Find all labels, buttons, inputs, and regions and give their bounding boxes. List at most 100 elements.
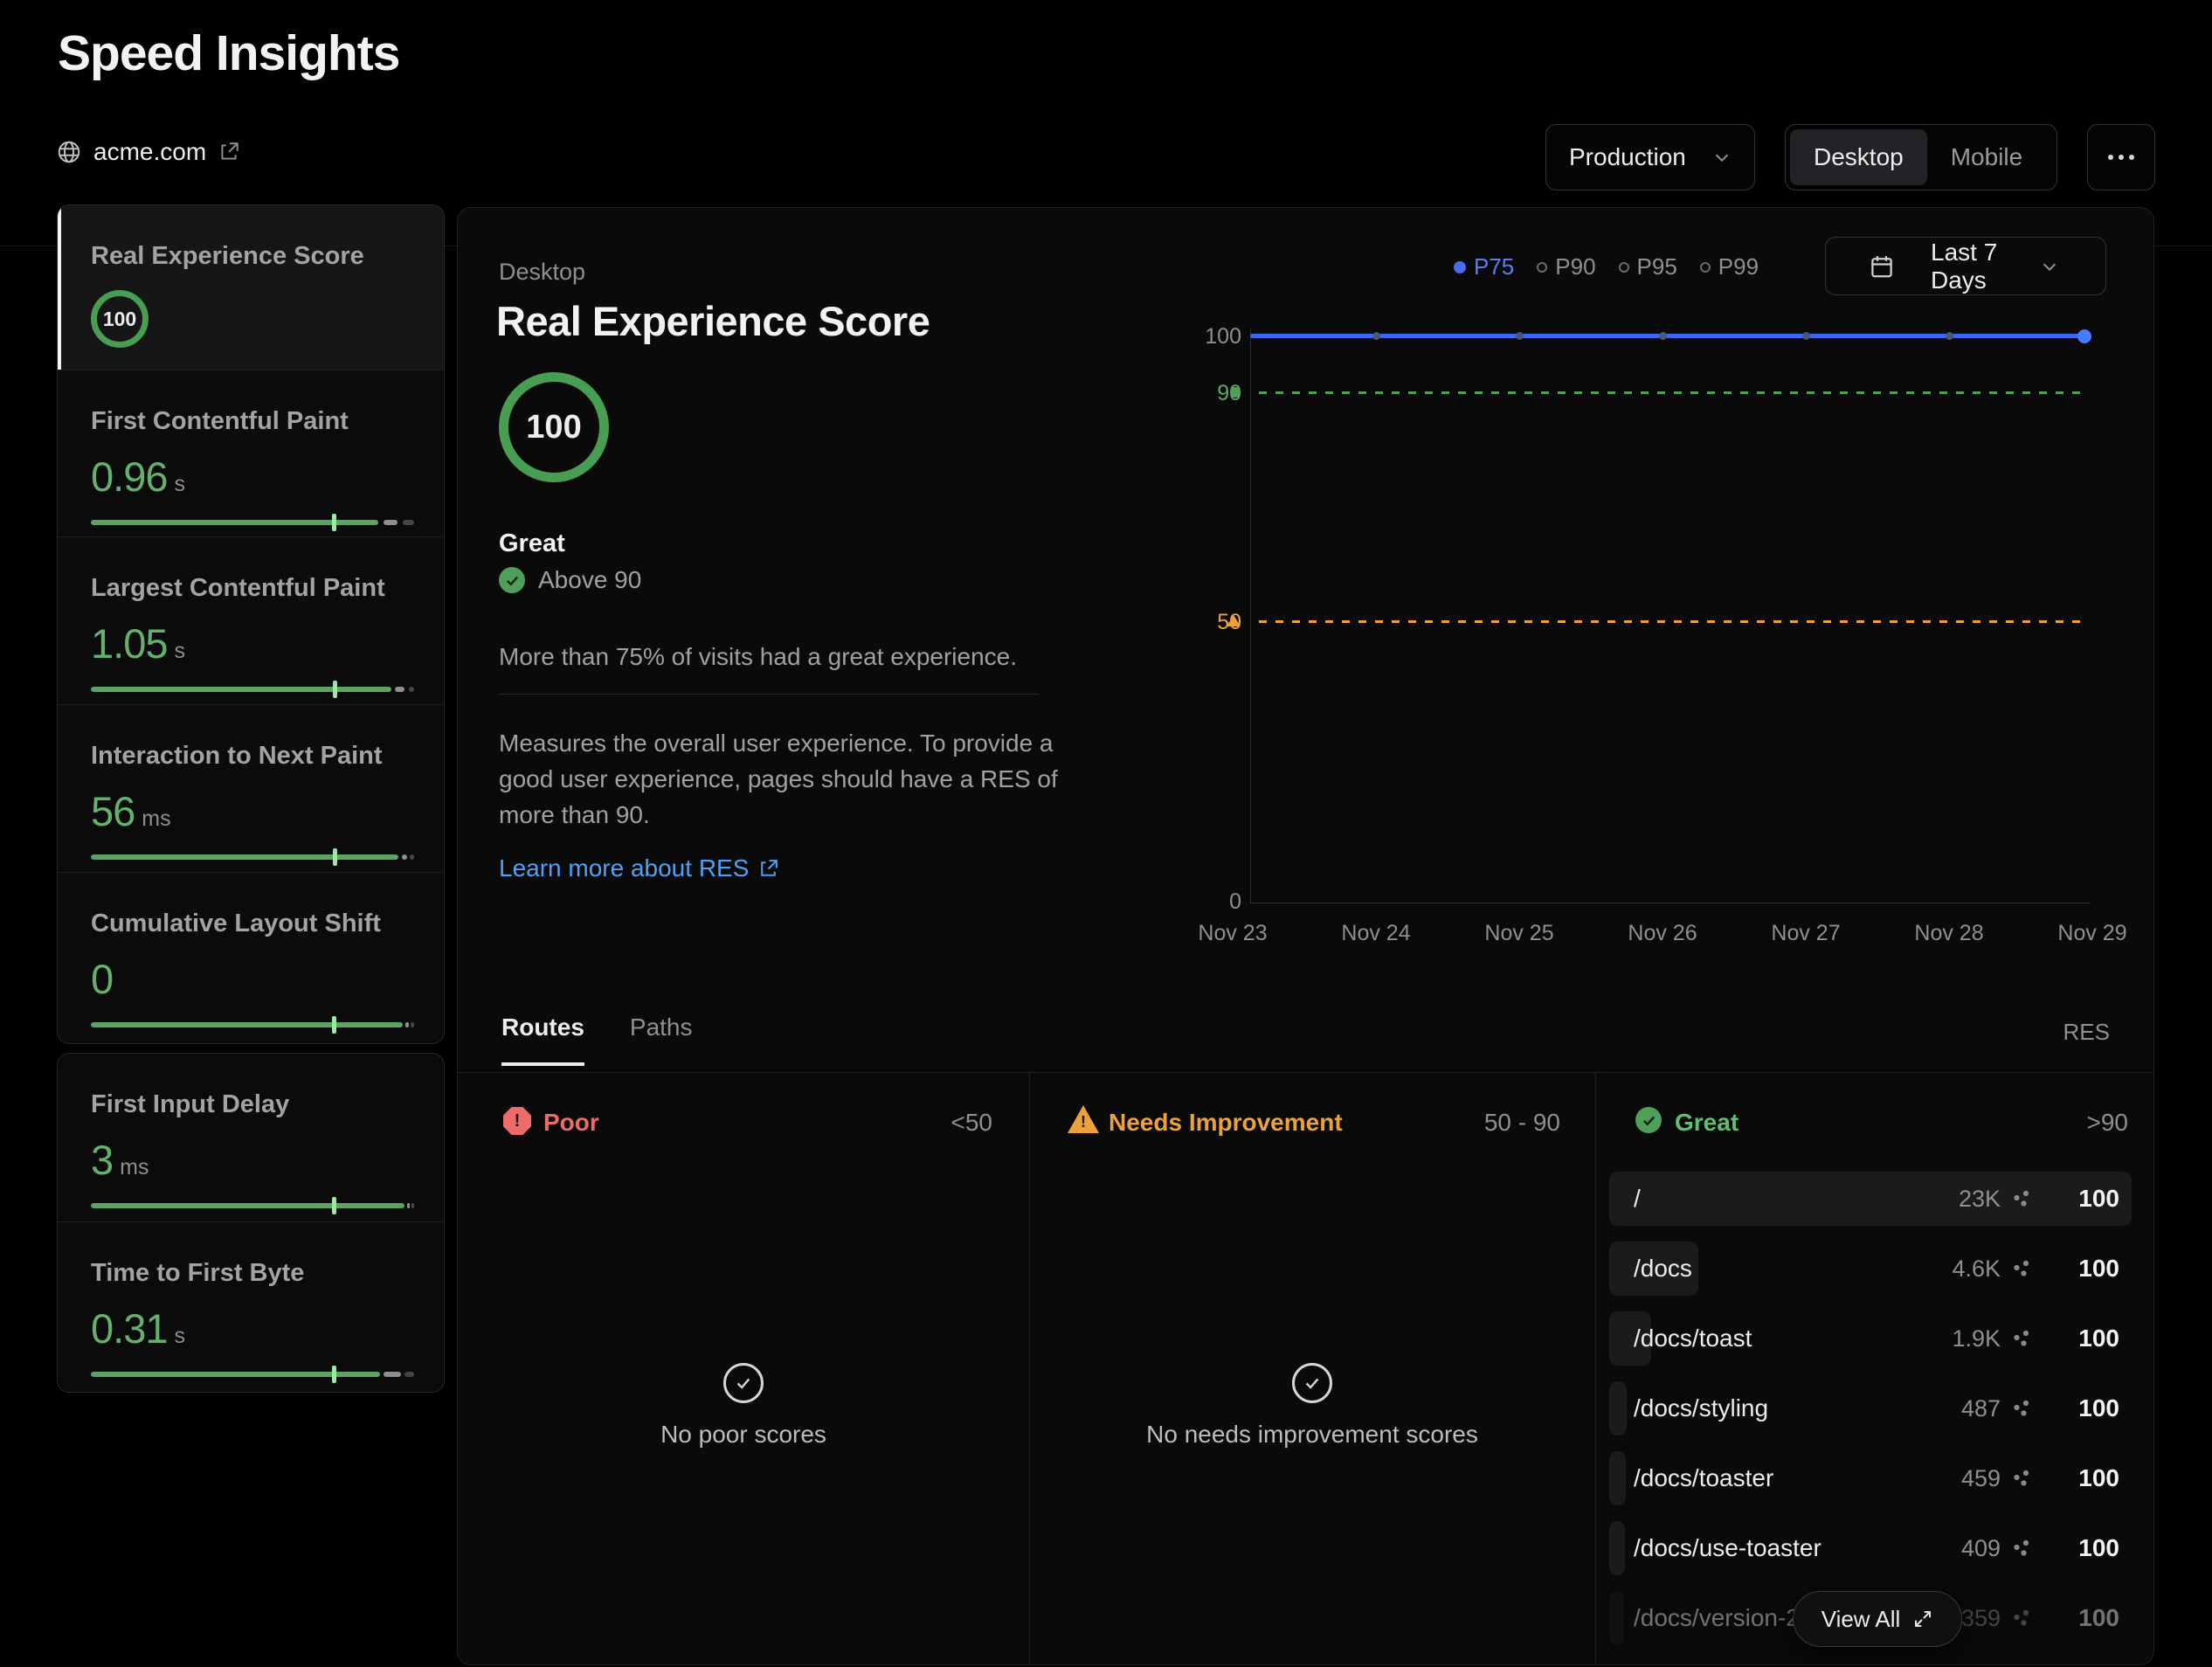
route-count: 359 (1961, 1605, 2001, 1632)
legend-item-p99[interactable]: P99 (1700, 253, 1759, 280)
needs-improvement-range-label: 50 - 90 (1358, 1109, 1560, 1137)
toolbar: Production Desktop Mobile (1545, 124, 2155, 190)
metric-card-real-experience-score[interactable]: Real Experience Score 100 (58, 205, 444, 370)
metric-threshold-bar (91, 1203, 414, 1208)
route-row[interactable]: /docs 4.6K 100 (1609, 1242, 2132, 1296)
score-ring: 100 (91, 290, 149, 348)
metric-unit: s (174, 1324, 185, 1348)
needs-improvement-icon: ! (1068, 1105, 1099, 1133)
route-row[interactable]: /docs/toaster 459 100 (1609, 1451, 2132, 1505)
globe-icon (56, 139, 82, 165)
route-row[interactable]: /docs/styling 487 100 (1609, 1381, 2132, 1435)
metric-card-cumulative-layout-shift[interactable]: Cumulative Layout Shift 0 (58, 872, 444, 1043)
x-tick: Nov 29 (2057, 921, 2126, 946)
metric-card-interaction-to-next-paint[interactable]: Interaction to Next Paint 56ms (58, 704, 444, 872)
great-column-label: Great (1675, 1109, 1738, 1137)
metric-value: 3 (91, 1137, 113, 1183)
check-circle-outline-icon (1292, 1363, 1332, 1403)
data-point (1516, 332, 1524, 340)
res-column-label: RES (2063, 1019, 2110, 1046)
metric-threshold-bar (91, 854, 414, 860)
threshold-text: Above 90 (538, 566, 641, 594)
route-score: 100 (2043, 1185, 2119, 1213)
chevron-down-icon (2015, 257, 2084, 276)
device-toggle: Desktop Mobile (1785, 124, 2057, 190)
great-range-label: >90 (1925, 1109, 2128, 1137)
datapoints-icon (2011, 1258, 2032, 1279)
metric-label: Time to First Byte (91, 1259, 411, 1288)
site-name: acme.com (93, 138, 206, 166)
x-tick: Nov 26 (1628, 921, 1697, 946)
metric-unit: s (174, 639, 185, 663)
metric-value-row: 1.05s (91, 620, 411, 678)
tab-paths[interactable]: Paths (630, 1013, 693, 1066)
summary-text: More than 75% of visits had a great expe… (499, 643, 1017, 671)
device-mobile-button[interactable]: Mobile (1927, 129, 2046, 185)
page-title: Speed Insights (58, 24, 399, 82)
percentile-legend: P75 P90 P95 P99 (1454, 253, 1759, 280)
route-count: 459 (1961, 1465, 2001, 1492)
metric-label: First Contentful Paint (91, 407, 411, 436)
data-point (1946, 332, 1953, 340)
tab-routes[interactable]: Routes (501, 1013, 584, 1066)
metric-card-time-to-first-byte[interactable]: Time to First Byte 0.31 s (58, 1221, 444, 1392)
metric-value-row: 0.31 s (91, 1305, 411, 1363)
metric-value-row: 3ms (91, 1137, 411, 1194)
legend-item-p75[interactable]: P75 (1454, 253, 1514, 280)
route-path: /docs/toaster (1634, 1464, 1961, 1492)
date-range-label: Last 7 Days (1931, 239, 2001, 294)
date-range-dropdown[interactable]: Last 7 Days (1825, 237, 2106, 295)
metric-threshold-bar (91, 1022, 414, 1027)
poor-threshold-line (1259, 620, 2089, 623)
route-count: 23K (1959, 1186, 2001, 1213)
more-menu-button[interactable] (2087, 124, 2155, 190)
environment-dropdown[interactable]: Production (1545, 124, 1755, 190)
poor-threshold-marker (1227, 615, 1241, 626)
check-circle-icon (499, 567, 525, 593)
traffic-bar (1609, 1451, 1626, 1505)
view-all-label: View All (1821, 1606, 1901, 1633)
external-link-icon (218, 141, 240, 163)
route-path: / (1634, 1185, 1959, 1213)
metric-card-largest-contentful-paint[interactable]: Largest Contentful Paint 1.05s (58, 536, 444, 704)
route-path: /docs/styling (1634, 1394, 1961, 1422)
metric-value: 0.31 (91, 1305, 167, 1352)
route-row[interactable]: / 23K 100 (1609, 1172, 2132, 1226)
metric-label: Interaction to Next Paint (91, 742, 411, 771)
legend-item-p95[interactable]: P95 (1619, 253, 1677, 280)
route-row[interactable]: /docs/toast 1.9K 100 (1609, 1311, 2132, 1366)
metric-value-row: 0.96s (91, 453, 411, 511)
metric-card-first-input-delay[interactable]: First Input Delay 3ms (58, 1054, 444, 1221)
datapoints-icon (2011, 1328, 2032, 1349)
poor-column-label: Poor (543, 1109, 599, 1137)
p75-tick (333, 848, 337, 866)
metric-value-row: 0 (91, 956, 411, 1013)
metric-label: Largest Contentful Paint (91, 574, 411, 603)
section-divider (458, 1072, 2154, 1073)
route-score: 100 (2043, 1604, 2119, 1632)
great-threshold-marker (1230, 387, 1241, 398)
legend-item-p90[interactable]: P90 (1537, 253, 1595, 280)
route-score: 100 (2043, 1394, 2119, 1422)
needs-improvement-column-label: Needs Improvement (1109, 1109, 1343, 1137)
datapoints-icon (2011, 1188, 2032, 1209)
p95-circle-icon (1619, 262, 1629, 273)
metric-threshold-bar (91, 1372, 414, 1377)
x-tick: Nov 24 (1341, 921, 1410, 946)
p75-tick (332, 1366, 336, 1383)
y-tick-100: 100 (1189, 324, 1241, 349)
calendar-icon (1847, 253, 1917, 280)
device-label: Desktop (499, 259, 585, 286)
learn-more-link[interactable]: Learn more about RES (499, 854, 779, 882)
metrics-group-core: Real Experience Score 100 First Contentf… (57, 204, 445, 1044)
great-icon (1635, 1107, 1662, 1133)
chevron-down-icon (1712, 148, 1732, 167)
poor-icon: ! (503, 1107, 531, 1135)
metric-card-first-contentful-paint[interactable]: First Contentful Paint 0.96s (58, 370, 444, 536)
device-desktop-button[interactable]: Desktop (1790, 129, 1927, 185)
route-row[interactable]: /docs/use-toaster 409 100 (1609, 1521, 2132, 1575)
p75-tick (332, 514, 336, 531)
site-selector[interactable]: acme.com (56, 138, 240, 166)
view-all-button[interactable]: View All (1793, 1591, 1962, 1647)
needs-improvement-empty-text: No needs improvement scores (1146, 1421, 1478, 1449)
